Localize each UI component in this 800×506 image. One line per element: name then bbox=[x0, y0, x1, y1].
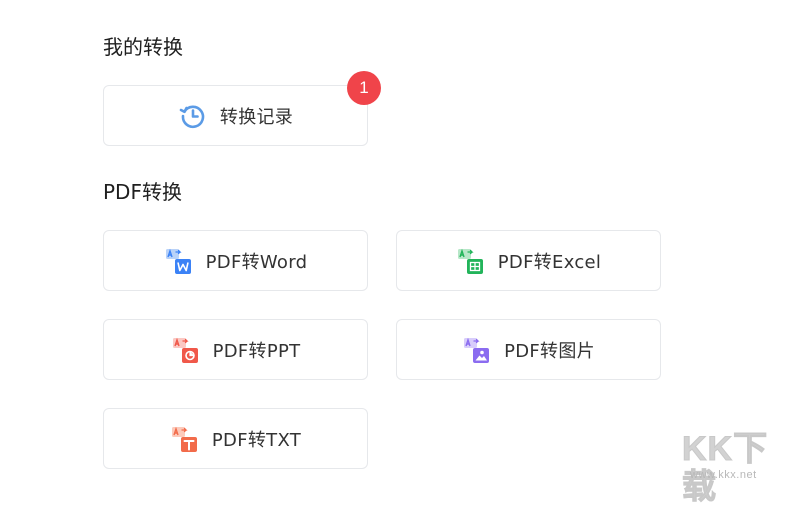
pdf-to-txt-label: PDF转TXT bbox=[211, 429, 302, 451]
pdf-to-txt-icon bbox=[170, 424, 200, 454]
pdf-to-image-icon bbox=[462, 335, 492, 365]
pdf-conversion-title: PDF转换 bbox=[103, 180, 182, 204]
watermark-brand: KK下载 bbox=[682, 430, 769, 506]
watermark-url: www.kkx.net bbox=[690, 469, 757, 481]
pdf-to-excel-label: PDF转Excel bbox=[497, 251, 602, 273]
pdf-to-txt-button[interactable]: PDF转TXT bbox=[103, 408, 368, 469]
pdf-to-ppt-button[interactable]: PDF转PPT bbox=[103, 319, 368, 380]
notification-badge: 1 bbox=[347, 71, 381, 105]
pdf-to-word-button[interactable]: PDF转Word bbox=[103, 230, 368, 291]
pdf-to-excel-icon bbox=[456, 246, 486, 276]
my-conversion-title: 我的转换 bbox=[103, 35, 183, 59]
kk-download-watermark: KK下载 www.kkx.net bbox=[680, 430, 792, 506]
history-icon bbox=[178, 101, 208, 131]
pdf-to-excel-button[interactable]: PDF转Excel bbox=[396, 230, 661, 291]
pdf-to-image-button[interactable]: PDF转图片 bbox=[396, 319, 661, 380]
pdf-to-word-label: PDF转Word bbox=[205, 251, 308, 273]
conversion-history-label: 转换记录 bbox=[219, 106, 294, 128]
pdf-to-image-label: PDF转图片 bbox=[504, 340, 595, 362]
pdf-to-ppt-icon bbox=[171, 335, 201, 365]
pdf-to-ppt-label: PDF转PPT bbox=[212, 340, 301, 362]
conversion-history-button[interactable]: 转换记录 bbox=[103, 85, 368, 146]
pdf-to-word-icon bbox=[164, 246, 194, 276]
